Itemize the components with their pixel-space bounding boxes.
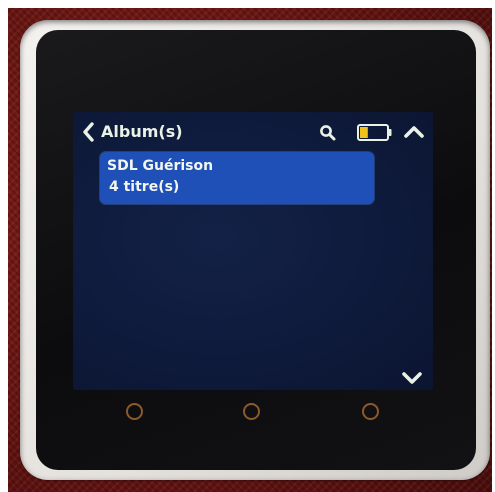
- chevron-left-icon: [83, 122, 94, 142]
- hardware-button-b[interactable]: [243, 403, 260, 420]
- scroll-up-button[interactable]: [401, 121, 427, 143]
- scroll-down-button[interactable]: [399, 368, 425, 388]
- chevron-up-icon: [404, 126, 424, 138]
- battery-indicator: [357, 124, 393, 141]
- album-track-count: 4 titre(s): [109, 179, 180, 195]
- search-button[interactable]: [317, 122, 339, 144]
- header-bar: Album(s): [73, 120, 433, 144]
- hardware-button-c[interactable]: [362, 403, 379, 420]
- hardware-button-a[interactable]: [126, 403, 143, 420]
- page-title: Album(s): [101, 122, 183, 141]
- back-button[interactable]: [77, 120, 99, 144]
- chevron-down-icon: [402, 372, 422, 384]
- album-list-item[interactable]: SDL Guérison 4 titre(s): [100, 152, 374, 204]
- search-icon: [320, 125, 336, 141]
- battery-icon: [357, 124, 392, 141]
- screen: Album(s) SDL Guérison 4 titre(s): [73, 112, 433, 390]
- album-name: SDL Guérison: [107, 158, 214, 174]
